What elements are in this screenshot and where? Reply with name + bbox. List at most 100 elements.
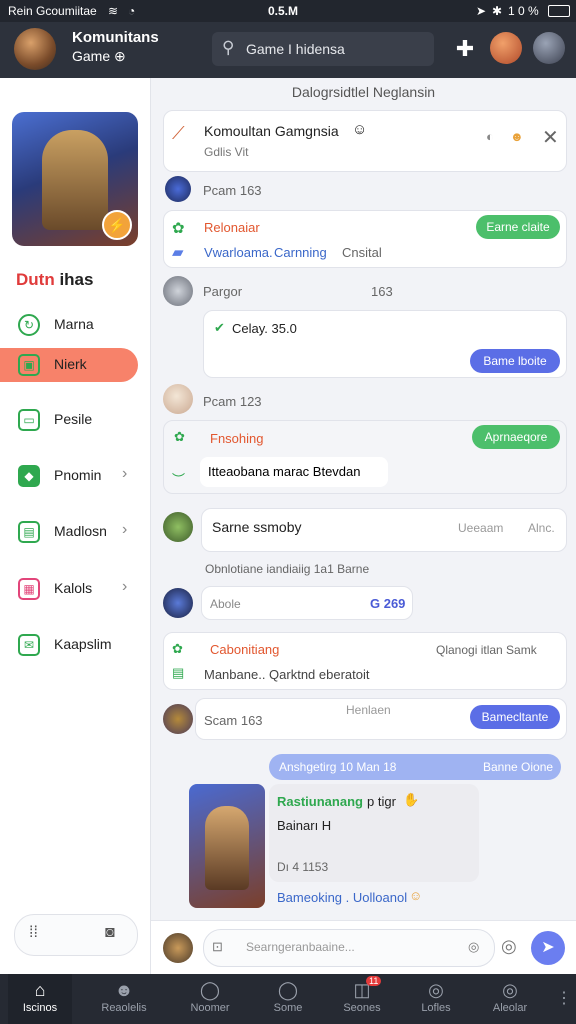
sidebar-item-marna[interactable]: ↻ Marna — [0, 308, 150, 342]
pinned-card[interactable]: ⟋ Komoultan Gamgnsia ☺ Gdlis Vit ◐ ☻ ✕ — [163, 110, 567, 172]
tab-label: Iscinos — [22, 1002, 58, 1014]
action-button[interactable]: Bame lboite — [470, 349, 560, 373]
community-avatar[interactable] — [14, 28, 56, 70]
section-title: Dalogrsidtlel Neglansin — [291, 84, 436, 100]
clock-text: 0.5.M — [268, 4, 299, 18]
refresh-icon: ↻ — [18, 314, 40, 336]
sidebar: ⚡ Dutn ihas ↻ Marna ▣ Nierk ▭ Pesile ◆ P… — [0, 78, 151, 974]
status-badge[interactable]: Earne claite — [476, 215, 560, 239]
tab-seones[interactable]: ◫ Seones 11 — [330, 974, 394, 1024]
sidebar-title-accent: Dutn — [16, 270, 55, 289]
bubble-line: Bainarı H — [277, 818, 332, 833]
mute-icon[interactable]: ◐ — [486, 129, 494, 144]
status-bar: Rein Gcoumiitae ≋ ◔ 0.5.M ➤ ✱ 1 0 % — [0, 0, 576, 22]
tab-friends[interactable]: ☻ Reaolelis — [92, 974, 156, 1024]
message-input[interactable]: ⊡ Searngeranbaaine... ◎ — [203, 929, 495, 967]
bubble-footer[interactable]: Bameoking . Uolloanol — [277, 890, 407, 905]
tab-noomer[interactable]: ◯ Noomer — [178, 974, 242, 1024]
message-card[interactable]: ✿ Fnsohing Aprnaeqore ︶ Itteaobana marac… — [163, 420, 567, 494]
sidebar-item-pesile[interactable]: ▭ Pesile — [0, 403, 150, 437]
avatar[interactable] — [163, 704, 193, 734]
camera-icon[interactable]: ◙ — [105, 924, 115, 942]
tab-label: Noomer — [190, 1002, 230, 1014]
sidebar-item-nierk[interactable]: ▣ Nierk — [0, 348, 138, 382]
sword-icon: ⟋ — [172, 123, 185, 143]
more-icon[interactable]: ⋮ — [556, 988, 572, 1008]
folder-icon: ▰ — [172, 244, 184, 261]
info-banner[interactable]: Anshgetirg 10 Man 18 Banne Oione — [269, 754, 561, 780]
emoji-icon[interactable]: ◎ — [468, 939, 479, 955]
message-bubble[interactable]: Rastiunanang p tigr ✋ Bainarı H Dı 4 115… — [269, 784, 479, 882]
amount-field[interactable]: Abole G 269 — [201, 586, 413, 620]
bubble-title-2: p tigr — [367, 794, 396, 809]
sidebar-item-label: Marna — [54, 316, 94, 332]
sidebar-item-madlosn[interactable]: ▤ Madlosn › — [0, 515, 150, 549]
message-card[interactable]: Scam 163 Henlaen Bamecltante — [195, 698, 567, 740]
sidebar-item-kaapslim[interactable]: ✉ Kaapslim — [0, 628, 150, 662]
tab-label: Seones — [343, 1002, 381, 1014]
sticker-icon[interactable]: ◎ — [501, 936, 517, 957]
search-field[interactable]: ⚲ Game I hidensa — [212, 32, 434, 66]
status-badge[interactable]: Aprnaeqore — [472, 425, 560, 449]
message-title: Relonaiar — [204, 220, 260, 235]
sidebar-item-label: Kaapslim — [54, 636, 112, 652]
avatar[interactable] — [163, 276, 193, 306]
hand-icon: ✋ — [403, 792, 420, 807]
tab-home[interactable]: ⌂ Iscinos — [8, 974, 72, 1024]
settings-icon: ◎ — [428, 980, 444, 1000]
battery-text: 1 0 % — [508, 4, 539, 18]
controller-icon[interactable]: ✚ — [448, 32, 482, 66]
calendar-icon: ▦ — [18, 578, 40, 600]
mail-icon: ✉ — [18, 634, 40, 656]
close-icon[interactable]: ✕ — [542, 125, 559, 150]
tab-lofles[interactable]: ◎ Lofles — [404, 974, 468, 1024]
message-card[interactable]: ✿ Cabonitiang Qlanogi itlan Samk ▤ Manba… — [163, 632, 567, 690]
message-card[interactable]: ✿ Relonaiar ▰ Vwarloama. Carnning Cnsita… — [163, 210, 567, 268]
bubble-stamp: Dı 4 1153 — [277, 860, 329, 874]
leaf-icon: ✿ — [172, 641, 183, 656]
sidebar-item-pnomin[interactable]: ◆ Pnomin › — [0, 459, 150, 493]
grid-icon[interactable]: ⁞⁞ — [29, 924, 38, 942]
tab-aleolar[interactable]: ◎ Aleolar — [478, 974, 542, 1024]
avatar[interactable] — [163, 588, 193, 618]
sidebar-title: Dutn ihas — [16, 270, 93, 290]
message-title: Fnsohing — [210, 431, 264, 446]
main-feed: Dalogrsidtlel Neglansin ⟋ Komoultan Gamg… — [151, 78, 576, 975]
avatar[interactable] — [163, 512, 193, 542]
amount-value: G 269 — [370, 596, 406, 611]
tab-some[interactable]: ◯ Some — [256, 974, 320, 1024]
amount-label: Abole — [210, 597, 241, 611]
notification-badge: 11 — [366, 976, 382, 986]
action-button[interactable]: Bamecltante — [470, 705, 560, 729]
sidebar-title-rest: ihas — [54, 270, 94, 289]
hero-thumbnail[interactable] — [189, 784, 265, 908]
message-user: Pcam 123 — [203, 394, 262, 409]
user-avatar-2[interactable] — [533, 32, 565, 64]
featured-hero-image[interactable]: ⚡ — [12, 112, 138, 246]
emoji-icon: ☺ — [352, 121, 368, 138]
message-mid: Henlaen — [346, 703, 391, 717]
reaction-icon[interactable]: ☻ — [510, 129, 524, 144]
image-icon: ▣ — [18, 354, 40, 376]
send-button[interactable]: ➤ — [531, 931, 565, 965]
app-subtitle: Game ⊕ — [72, 48, 126, 65]
sidebar-item-label: Pnomin — [54, 467, 102, 483]
search-text: Game I hidensa — [246, 41, 345, 57]
user-avatar-1[interactable] — [490, 32, 522, 64]
message-card[interactable]: Sarne ssmoby Ueeaam Alnc. — [201, 508, 567, 552]
message-composer: ⊡ Searngeranbaaine... ◎ ◎ ➤ — [151, 920, 576, 975]
stroke-icon: ︶ — [172, 472, 186, 487]
attachment-icon[interactable]: ⊡ — [212, 939, 223, 955]
message-card[interactable]: ✔ Celay. 35.0 Bame lboite — [203, 310, 567, 378]
field-label: Obnlotiane iandiaiig 1a1 Barne — [205, 562, 370, 576]
emoji-icon: ☺ — [409, 888, 423, 903]
chevron-right-icon: › — [122, 521, 128, 538]
sidebar-item-kalols[interactable]: ▦ Kalols › — [0, 572, 150, 606]
tab-label: Some — [273, 1002, 303, 1014]
avatar[interactable] — [163, 384, 193, 414]
people-icon: ☻ — [114, 980, 134, 1000]
tab-label: Aleolar — [492, 1002, 528, 1014]
avatar[interactable] — [163, 933, 193, 963]
message-text: Celay. 35.0 — [232, 321, 297, 336]
avatar[interactable] — [165, 176, 191, 202]
